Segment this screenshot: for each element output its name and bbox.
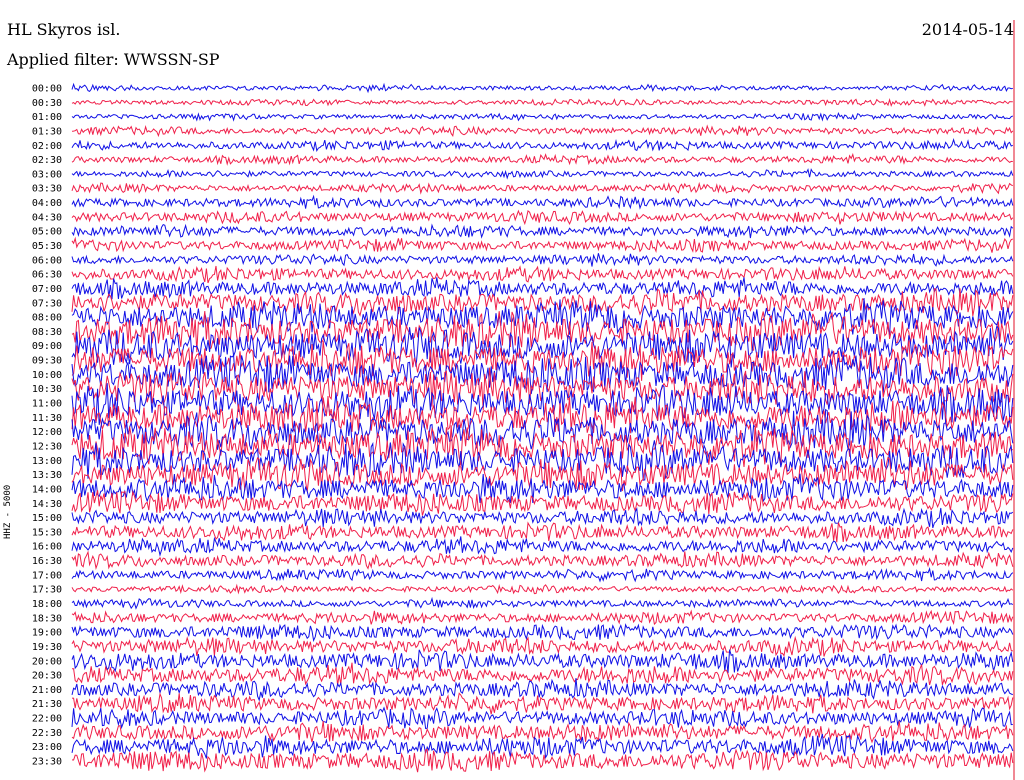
time-label: 01:00: [32, 112, 62, 123]
time-label: 09:30: [32, 356, 62, 367]
trace-row: [71, 194, 1014, 210]
time-label: 12:00: [32, 427, 62, 438]
time-label: 19:00: [32, 628, 62, 639]
time-label: 01:30: [32, 126, 62, 137]
time-label: 16:30: [32, 556, 62, 567]
trace-row: [71, 124, 1014, 138]
trace-row: [71, 181, 1014, 195]
trace-row: [71, 98, 1013, 107]
time-label: 19:30: [32, 642, 62, 653]
time-label: 21:00: [32, 685, 62, 696]
helicorder-chart: 00:00 00:30 01:00 01:30 02:00 02:30 03:00 03:30…: [32, 20, 1015, 780]
time-label: 04:00: [32, 198, 62, 209]
trace-row: [71, 265, 1014, 284]
trace-row: [71, 678, 1013, 702]
time-label: 06:00: [32, 255, 62, 266]
trace-row: [71, 536, 1014, 557]
time-label: 17:30: [32, 585, 62, 596]
time-label: 23:00: [32, 742, 62, 753]
time-label: 03:30: [32, 184, 62, 195]
trace-row: [71, 583, 1014, 595]
trace-row: [71, 223, 1014, 239]
trace-row: [71, 297, 1014, 336]
time-label: 11:30: [32, 413, 62, 424]
time-label: 20:30: [32, 671, 62, 682]
time-label: 09:00: [32, 341, 62, 352]
time-label: 13:30: [32, 470, 62, 481]
trace-group: [71, 82, 1014, 773]
trace-row: [71, 649, 1014, 674]
time-label: 23:30: [32, 757, 62, 768]
time-label: 21:30: [32, 699, 62, 710]
trace-row: [71, 111, 1014, 122]
time-label: 05:00: [32, 227, 62, 238]
time-label: 08:30: [32, 327, 62, 338]
trace-row: [71, 152, 1013, 166]
trace-row: [71, 521, 1014, 543]
time-label: 10:30: [32, 384, 62, 395]
trace-row: [71, 609, 1014, 626]
time-label: 00:30: [32, 98, 62, 109]
time-label: 22:30: [32, 728, 62, 739]
time-label: 11:00: [32, 399, 62, 410]
time-label: 07:30: [32, 298, 62, 309]
time-label: 17:00: [32, 570, 62, 581]
time-label: 02:00: [32, 141, 62, 152]
time-labels: 00:00 00:30 01:00 01:30 02:00 02:30 03:00 03:30…: [32, 84, 62, 768]
trace-row: [71, 507, 1014, 529]
time-label: 13:00: [32, 456, 62, 467]
trace-row: [71, 277, 1014, 300]
time-label: 03:00: [32, 169, 62, 180]
time-label: 14:00: [32, 484, 62, 495]
time-label: 16:00: [32, 542, 62, 553]
trace-row: [71, 288, 1014, 317]
time-label: 04:30: [32, 212, 62, 223]
time-label: 15:30: [32, 527, 62, 538]
time-label: 10:00: [32, 370, 62, 381]
trace-row: [72, 662, 1014, 686]
time-label: 12:30: [32, 441, 62, 452]
time-label: 18:00: [32, 599, 62, 610]
time-label: 02:30: [32, 155, 62, 166]
time-label: 00:00: [32, 84, 62, 95]
trace-row: [71, 253, 1014, 267]
time-label: 05:30: [32, 241, 62, 252]
time-label: 07:00: [32, 284, 62, 295]
trace-row: [71, 236, 1014, 254]
time-label: 14:30: [32, 499, 62, 510]
time-label: 08:00: [32, 313, 62, 324]
trace-row: [71, 137, 1014, 152]
trace-row: [71, 209, 1014, 226]
time-label: 15:00: [32, 513, 62, 524]
trace-row: [71, 550, 1014, 571]
trace-row: [71, 706, 1013, 730]
time-label: 20:00: [32, 656, 62, 667]
trace-row: [71, 748, 1014, 773]
trace-row: [71, 567, 1014, 583]
time-label: 22:00: [32, 714, 62, 725]
trace-row: [71, 168, 1014, 180]
time-label: 18:30: [32, 613, 62, 624]
trace-row: [71, 82, 1013, 94]
trace-row: [71, 635, 1014, 657]
trace-row: [71, 596, 1014, 610]
time-label: 06:30: [32, 270, 62, 281]
